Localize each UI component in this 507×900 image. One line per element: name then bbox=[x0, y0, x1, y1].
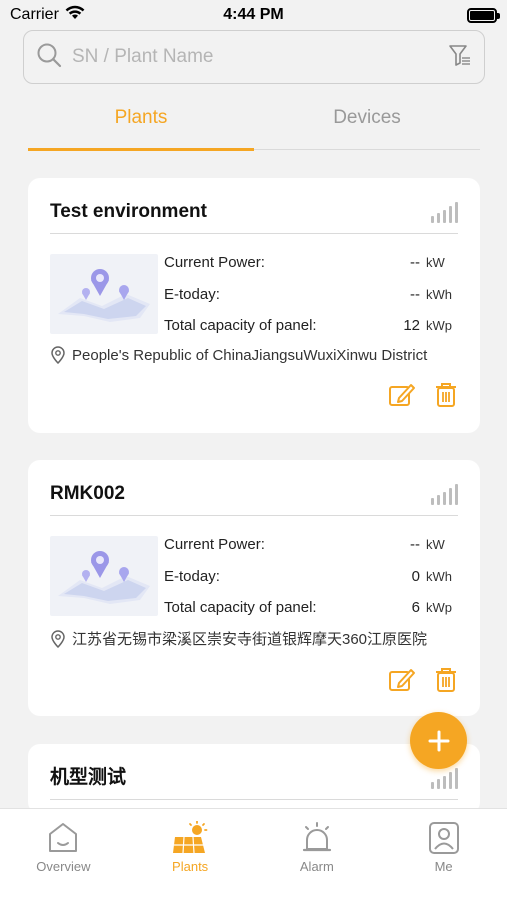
signal-icon bbox=[431, 201, 458, 223]
tab-devices[interactable]: Devices bbox=[254, 98, 480, 149]
etoday-unit: kWh bbox=[426, 286, 452, 302]
delete-icon[interactable] bbox=[434, 667, 458, 698]
etoday-row: E-today: 0 kWh bbox=[164, 568, 458, 585]
plant-address: 江苏省无锡市梁溪区崇安寺街道银辉摩天360江原医院 bbox=[50, 628, 458, 649]
search-input[interactable] bbox=[72, 46, 448, 68]
capacity-label: Total capacity of panel: bbox=[164, 317, 317, 334]
etoday-unit: kWh bbox=[426, 568, 452, 584]
current-power-row: Current Power: -- kW bbox=[164, 536, 458, 553]
me-icon bbox=[428, 822, 459, 854]
search-icon bbox=[36, 42, 62, 73]
status-left: Carrier bbox=[10, 5, 85, 25]
current-power-value: -- bbox=[410, 536, 420, 553]
nav-item-overview[interactable]: Overview bbox=[0, 809, 127, 900]
capacity-value: 6 bbox=[411, 599, 420, 616]
wifi-icon bbox=[65, 5, 85, 25]
plant-address: People's Republic of ChinaJiangsuWuxiXin… bbox=[50, 346, 458, 364]
nav-label-me: Me bbox=[434, 859, 453, 874]
delete-icon[interactable] bbox=[434, 382, 458, 413]
etoday-row: E-today: -- kWh bbox=[164, 286, 458, 303]
capacity-value: 12 bbox=[403, 317, 420, 334]
etoday-value: -- bbox=[410, 285, 420, 303]
plant-actions bbox=[50, 382, 458, 413]
plant-card-header: 机型测试 bbox=[50, 744, 458, 800]
plants-icon bbox=[173, 821, 208, 854]
nav-label-alarm: Alarm bbox=[299, 859, 334, 874]
plant-map-image bbox=[50, 254, 158, 334]
filter-icon[interactable] bbox=[448, 43, 472, 72]
plant-card[interactable]: Test environment Current Power: -- kW E-… bbox=[28, 178, 480, 433]
current-power-value: -- bbox=[410, 254, 420, 271]
capacity-row: Total capacity of panel: 6 kWp bbox=[164, 599, 458, 616]
tab-bar: Plants Devices bbox=[28, 98, 480, 151]
alarm-icon bbox=[302, 822, 331, 852]
plant-card[interactable]: 机型测试 bbox=[28, 744, 480, 814]
plant-card[interactable]: RMK002 Current Power: -- kW E-today: 0 k… bbox=[28, 460, 480, 716]
current-power-label: Current Power: bbox=[164, 536, 265, 553]
plant-card-header: Test environment bbox=[50, 178, 458, 234]
current-power-unit: kW bbox=[426, 537, 445, 552]
etoday-value: 0 bbox=[411, 567, 420, 585]
status-bar: Carrier 4:44 PM bbox=[0, 0, 507, 30]
plus-icon bbox=[428, 730, 449, 751]
etoday-label: E-today: bbox=[164, 567, 220, 585]
plant-stats: Current Power: -- kW E-today: 0 kWh Tota… bbox=[158, 536, 458, 616]
plant-name: Test environment bbox=[50, 201, 207, 222]
overview-icon bbox=[49, 823, 78, 852]
plant-name: 机型测试 bbox=[50, 767, 127, 788]
nav-item-alarm[interactable]: Alarm bbox=[254, 809, 381, 900]
search-bar bbox=[23, 30, 485, 84]
bottom-nav: Overview Plants Alarm Me bbox=[0, 808, 507, 900]
etoday-label: E-today: bbox=[164, 285, 220, 303]
capacity-row: Total capacity of panel: 12 kWp bbox=[164, 317, 458, 334]
location-pin-icon bbox=[51, 629, 65, 648]
current-power-row: Current Power: -- kW bbox=[164, 254, 458, 271]
edit-icon[interactable] bbox=[388, 382, 416, 413]
plant-name: RMK002 bbox=[50, 483, 125, 504]
tab-plants[interactable]: Plants bbox=[28, 98, 254, 151]
plant-card-body: Current Power: -- kW E-today: 0 kWh Tota… bbox=[50, 536, 458, 616]
add-plant-button[interactable] bbox=[410, 712, 467, 769]
current-power-unit: kW bbox=[426, 255, 445, 270]
nav-item-me[interactable]: Me bbox=[380, 809, 507, 900]
signal-icon bbox=[431, 483, 458, 505]
capacity-unit: kWp bbox=[426, 600, 452, 615]
edit-icon[interactable] bbox=[388, 667, 416, 698]
plant-card-header: RMK002 bbox=[50, 460, 458, 516]
plant-map-image bbox=[50, 536, 158, 616]
plant-card-body: Current Power: -- kW E-today: -- kWh Tot… bbox=[50, 254, 458, 334]
nav-label-plants: Plants bbox=[172, 859, 209, 874]
battery-icon bbox=[467, 7, 500, 23]
plant-actions bbox=[50, 667, 458, 698]
nav-item-plants[interactable]: Plants bbox=[127, 809, 254, 900]
current-power-label: Current Power: bbox=[164, 254, 265, 271]
plant-address-text: People's Republic of ChinaJiangsuWuxiXin… bbox=[72, 346, 428, 364]
carrier-label: Carrier bbox=[10, 6, 59, 23]
signal-icon bbox=[431, 767, 458, 789]
plant-stats: Current Power: -- kW E-today: -- kWh Tot… bbox=[158, 254, 458, 334]
location-pin-icon bbox=[51, 346, 65, 364]
nav-label-overview: Overview bbox=[36, 859, 91, 874]
capacity-label: Total capacity of panel: bbox=[164, 599, 317, 616]
capacity-unit: kWp bbox=[426, 318, 452, 333]
plant-address-text: 江苏省无锡市梁溪区崇安寺街道银辉摩天360江原医院 bbox=[72, 631, 428, 648]
